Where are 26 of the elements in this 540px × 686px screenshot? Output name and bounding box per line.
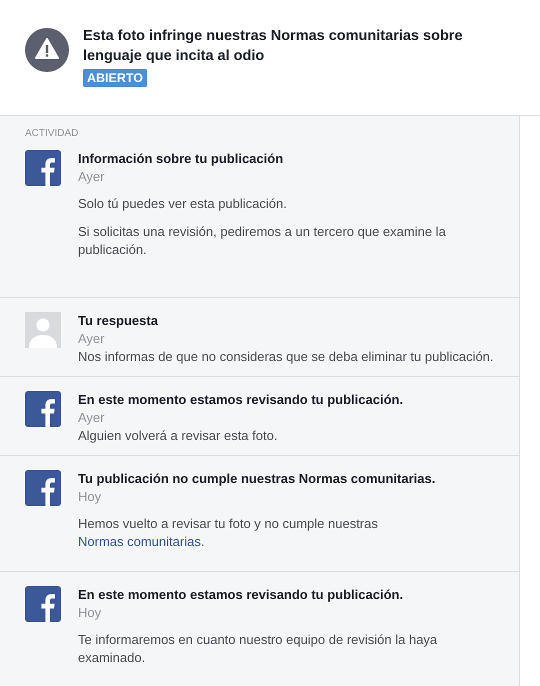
entry-title: Tu publicación no cumple nuestras Normas comunitarias. <box>78 470 436 488</box>
entry-title: Información sobre tu publicación <box>78 150 284 168</box>
facebook-logo-icon <box>25 470 61 506</box>
section-heading: ACTIVIDAD <box>24 127 80 141</box>
entry-text: Te informaremos en cuanto nuestro equipo de revisión la haya examinado. <box>78 631 438 667</box>
facebook-logo-icon <box>25 391 61 427</box>
entry-date: Ayer <box>78 409 106 427</box>
status-badge: ABIERTO <box>83 69 148 87</box>
entry-text: Nos informas de que no consideras que se deba eliminar tu publicación. <box>78 348 495 366</box>
entry-title: En este momento estamos revisando tu publicación. <box>78 391 404 409</box>
entry-date: Ayer <box>78 168 106 186</box>
entry-title: Tu respuesta <box>78 312 159 330</box>
entry-date: Ayer <box>78 330 106 348</box>
avatar-icon <box>25 312 61 348</box>
facebook-logo-icon <box>25 150 61 186</box>
guidelines-link[interactable]: Normas comunitarias <box>78 534 201 549</box>
entry-date: Hoy <box>78 604 102 622</box>
warning-icon <box>25 28 69 72</box>
entry-text: Solo tú puedes ver esta publicación. <box>78 195 288 213</box>
entry-text: Alguien volverá a revisar esta foto. <box>78 427 278 445</box>
entry-title: En este momento estamos revisando tu publicación. <box>78 586 404 604</box>
entry-text: Si solicitas una revisión, pediremos a un tercero que examine la publicación. <box>78 223 447 259</box>
entry-date: Hoy <box>78 488 102 506</box>
facebook-logo-icon <box>25 586 61 622</box>
entry-text: Hemos vuelto a revisar tu foto y no cumple nuestras Normas comunitarias. <box>78 515 379 551</box>
report-title: Esta foto infringe nuestras Normas comunitarias sobre lenguaje que incita al odio <box>83 27 464 66</box>
